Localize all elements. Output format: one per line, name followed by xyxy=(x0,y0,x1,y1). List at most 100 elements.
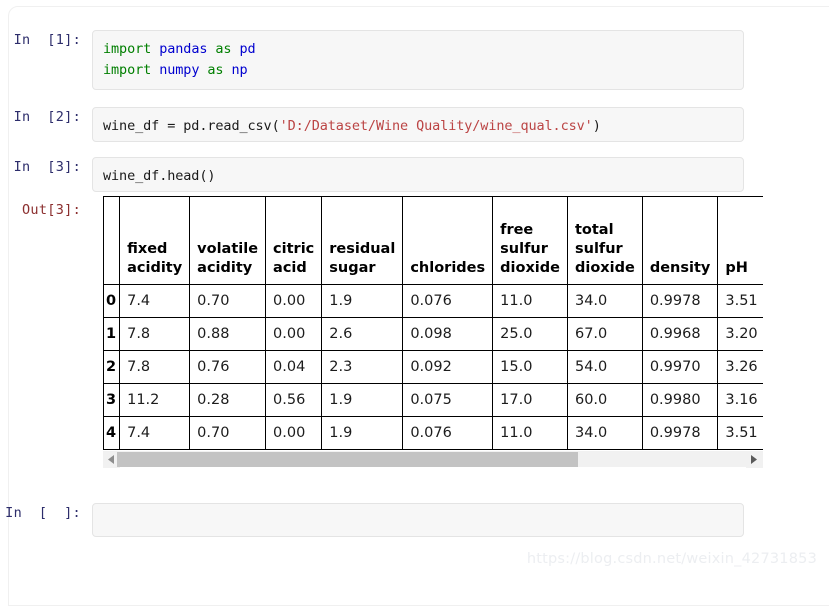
code-editor-1[interactable]: import pandas as pd import numpy as np xyxy=(92,30,744,90)
cell-4-0: 7.4 xyxy=(119,416,191,450)
cell-0-4: 0.076 xyxy=(402,284,494,318)
cell-4-8: 3.51 xyxy=(717,416,763,450)
dataframe-head: fixed acidity volatile acidity citric ac… xyxy=(103,196,763,285)
code-cell-4[interactable]: In [ ]: xyxy=(0,503,744,537)
cell-0-8: 3.51 xyxy=(717,284,763,318)
cell-3-8: 3.16 xyxy=(717,383,763,417)
code-cell-3[interactable]: In [3]: wine_df.head() xyxy=(0,157,744,192)
cell-0-3: 1.9 xyxy=(321,284,404,318)
cell-2-7: 0.9970 xyxy=(641,350,719,384)
column-header-residual-sugar[interactable]: residual sugar xyxy=(321,196,404,285)
column-header-ph[interactable]: pH xyxy=(717,196,763,285)
column-header-volatile-acidity[interactable]: volatile acidity xyxy=(189,196,267,285)
dataframe-scroll-container[interactable]: fixed acidity volatile acidity citric ac… xyxy=(103,196,763,450)
cell-1-3: 2.6 xyxy=(321,317,404,351)
cell-2-6: 54.0 xyxy=(566,350,643,384)
table-row[interactable]: 2 7.8 0.76 0.04 2.3 0.092 15.0 54.0 0.99… xyxy=(103,350,763,384)
cell-3-6: 60.0 xyxy=(566,383,643,417)
row-index-2: 2 xyxy=(103,350,121,384)
cell-3-7: 0.9980 xyxy=(641,383,719,417)
cell-0-2: 0.00 xyxy=(265,284,323,318)
watermark-text: https://blog.csdn.net/weixin_42731853 xyxy=(526,551,817,567)
space-4 xyxy=(151,62,159,78)
cell-0-1: 0.70 xyxy=(189,284,267,318)
cell-2-0: 7.8 xyxy=(119,350,191,384)
notebook-cell-list: In [1]: import pandas as pd import numpy… xyxy=(0,0,829,577)
cell-2-2: 0.04 xyxy=(265,350,323,384)
column-header-free-sulfur-dioxide[interactable]: free sulfur dioxide xyxy=(492,196,568,285)
read-csv-call: wine_df = pd.read_csv( xyxy=(103,118,280,134)
row-index-0: 0 xyxy=(103,284,121,318)
column-header-total-sulfur-dioxide[interactable]: total sulfur dioxide xyxy=(566,196,643,285)
table-row[interactable]: 1 7.8 0.88 0.00 2.6 0.098 25.0 67.0 0.99… xyxy=(103,317,763,351)
keyword-import-1: import xyxy=(103,41,152,57)
code-editor-4[interactable] xyxy=(92,503,744,537)
keyword-as-2: as xyxy=(207,62,224,78)
row-index-3: 3 xyxy=(103,383,121,417)
space-3 xyxy=(231,41,239,57)
cell-4-4: 0.076 xyxy=(402,416,494,450)
cell-4-5: 11.0 xyxy=(492,416,568,450)
column-header-fixed-acidity[interactable]: fixed acidity xyxy=(119,196,191,285)
code-cell-1[interactable]: In [1]: import pandas as pd import numpy… xyxy=(0,30,744,90)
keyword-as-1: as xyxy=(215,41,232,57)
close-paren: ) xyxy=(592,118,601,134)
table-row[interactable]: 3 11.2 0.28 0.56 1.9 0.075 17.0 60.0 0.9… xyxy=(103,383,763,417)
module-name-numpy: numpy xyxy=(159,62,200,78)
alias-pd: pd xyxy=(239,41,256,57)
cell-1-4: 0.098 xyxy=(402,317,494,351)
module-name-pandas: pandas xyxy=(159,41,208,57)
column-header-chlorides[interactable]: chlorides xyxy=(402,196,494,285)
cell-4-1: 0.70 xyxy=(189,416,267,450)
cell-3-1: 0.28 xyxy=(189,383,267,417)
input-prompt-2: In [2]: xyxy=(13,109,81,125)
cell-4-7: 0.9978 xyxy=(641,416,719,450)
cell-0-6: 34.0 xyxy=(566,284,643,318)
cell-4-2: 0.00 xyxy=(265,416,323,450)
cell-2-8: 3.26 xyxy=(717,350,763,384)
cell-2-1: 0.76 xyxy=(189,350,267,384)
csv-path-string: 'D:/Dataset/Wine Quality/wine_qual.csv' xyxy=(279,118,593,134)
keyword-import-2: import xyxy=(103,62,152,78)
scrollbar-thumb[interactable] xyxy=(117,452,579,467)
cell-3-2: 0.56 xyxy=(265,383,323,417)
cell-4-6: 34.0 xyxy=(566,416,643,450)
cell-1-8: 3.20 xyxy=(717,317,763,351)
cell-1-6: 67.0 xyxy=(566,317,643,351)
code-editor-2[interactable]: wine_df = pd.read_csv('D:/Dataset/Wine Q… xyxy=(92,107,744,142)
code-cell-2[interactable]: In [2]: wine_df = pd.read_csv('D:/Datase… xyxy=(0,107,744,142)
head-call: wine_df.head() xyxy=(103,168,216,184)
column-header-density[interactable]: density xyxy=(641,196,719,285)
cell-1-0: 7.8 xyxy=(119,317,191,351)
dataframe-table: fixed acidity volatile acidity citric ac… xyxy=(103,196,763,450)
column-header-citric-acid[interactable]: citric acid xyxy=(265,196,323,285)
horizontal-scrollbar[interactable] xyxy=(103,450,763,468)
table-row[interactable]: 4 7.4 0.70 0.00 1.9 0.076 11.0 34.0 0.99… xyxy=(103,416,763,450)
output-cell-3: Out[3]: xyxy=(0,200,92,220)
cell-1-2: 0.00 xyxy=(265,317,323,351)
cell-3-4: 0.075 xyxy=(402,383,494,417)
scrollbar-track[interactable] xyxy=(117,452,749,467)
dataframe-output: fixed acidity volatile acidity citric ac… xyxy=(103,196,765,468)
cell-1-5: 25.0 xyxy=(492,317,568,351)
dataframe-header-row: fixed acidity volatile acidity citric ac… xyxy=(103,196,763,285)
cell-2-3: 2.3 xyxy=(321,350,404,384)
dataframe-body: 0 7.4 0.70 0.00 1.9 0.076 11.0 34.0 0.99… xyxy=(103,284,763,450)
cell-1-1: 0.88 xyxy=(189,317,267,351)
cell-4-3: 1.9 xyxy=(321,416,404,450)
input-prompt-3: In [3]: xyxy=(13,159,81,175)
row-index-1: 1 xyxy=(103,317,121,351)
cell-0-5: 11.0 xyxy=(492,284,568,318)
cell-0-0: 7.4 xyxy=(119,284,191,318)
code-editor-3[interactable]: wine_df.head() xyxy=(92,157,744,192)
output-prompt-3: Out[3]: xyxy=(22,202,81,218)
cell-1-7: 0.9968 xyxy=(641,317,719,351)
cell-2-4: 0.092 xyxy=(402,350,494,384)
alias-np: np xyxy=(231,62,248,78)
cell-3-5: 17.0 xyxy=(492,383,568,417)
table-row[interactable]: 0 7.4 0.70 0.00 1.9 0.076 11.0 34.0 0.99… xyxy=(103,284,763,318)
input-prompt-1: In [1]: xyxy=(13,32,81,48)
cell-3-3: 1.9 xyxy=(321,383,404,417)
cell-3-0: 11.2 xyxy=(119,383,191,417)
row-index-4: 4 xyxy=(103,416,121,450)
